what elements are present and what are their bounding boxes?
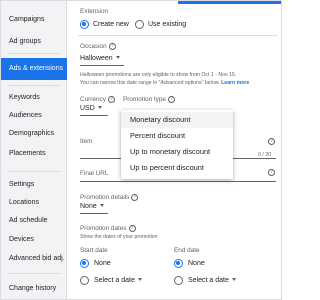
chevron-down-icon (99, 204, 104, 207)
sidebar-item-audiences[interactable]: Audiences (1, 109, 67, 123)
help-icon[interactable]: ? (131, 194, 139, 201)
promotion-dates-label-text: Promotion dates (80, 225, 127, 232)
currency-label-text: Currency (80, 96, 106, 103)
help-icon[interactable]: ? (108, 43, 116, 50)
main-panel: Extension Create new Use existing Occasi… (68, 1, 281, 299)
currency-label: Currency? (80, 96, 115, 103)
sidebar-divider (7, 273, 61, 274)
occasion-note-line2: You can narrow this date range in "Advan… (80, 80, 249, 86)
currency-value: USD (80, 105, 95, 112)
occasion-value: Halloween (80, 55, 113, 62)
promotion-details-label-text: Promotion details (80, 194, 130, 201)
menu-item-up-to-monetary-discount[interactable]: Up to monetary discount (121, 144, 233, 160)
end-date-select-dropdown[interactable]: Select a date (188, 277, 236, 284)
sidebar-item-locations[interactable]: Locations (1, 196, 67, 210)
create-new-radio[interactable] (80, 20, 89, 29)
help-icon[interactable]: ? (107, 96, 115, 103)
promotion-dates-label: Promotion dates? (80, 225, 136, 232)
promotion-type-label-text: Promotion type (123, 96, 166, 103)
promotion-dates-hint: Show the dates of your promotion (80, 234, 158, 240)
promotion-details-dropdown[interactable]: None (80, 203, 104, 210)
promotion-type-menu: Monetary discount Percent discount Up to… (121, 110, 233, 179)
start-date-label: Start date (80, 247, 108, 254)
promotion-details-underline (80, 213, 108, 214)
promotion-details-label: Promotion details? (80, 194, 139, 201)
create-new-label[interactable]: Create new (93, 21, 129, 28)
menu-item-percent-discount[interactable]: Percent discount (121, 128, 233, 144)
sidebar-divider (7, 171, 61, 172)
menu-item-monetary-discount[interactable]: Monetary discount (121, 112, 233, 128)
end-date-none-label[interactable]: None (188, 260, 205, 267)
start-date-select-label: Select a date (94, 277, 135, 284)
sidebar-item-placements[interactable]: Placements (1, 147, 67, 161)
chevron-down-icon (137, 278, 142, 281)
chevron-down-icon (231, 278, 236, 281)
menu-item-up-to-percent-discount[interactable]: Up to percent discount (121, 160, 233, 176)
sidebar-item-change-history[interactable]: Change history (1, 282, 67, 296)
sidebar-divider (7, 53, 61, 54)
sidebar-item-ad-groups[interactable]: Ad groups (1, 35, 67, 49)
occasion-label: Occasion? (80, 43, 116, 50)
promotion-type-label: Promotion type? (123, 96, 175, 103)
help-icon[interactable]: ? (266, 169, 275, 176)
sidebar: Campaigns Ad groups Ads & extensions Key… (1, 1, 67, 299)
currency-underline (80, 115, 108, 116)
end-date-select-label: Select a date (188, 277, 229, 284)
occasion-dropdown[interactable]: Halloween (80, 55, 120, 62)
extension-label: Extension (80, 8, 109, 15)
final-url-label: Final URL (80, 170, 109, 177)
promotion-details-value: None (80, 203, 97, 210)
sidebar-divider (7, 85, 61, 86)
sidebar-item-demographics[interactable]: Demographics (1, 127, 67, 141)
sidebar-item-campaigns[interactable]: Campaigns (1, 13, 67, 27)
final-url-input[interactable] (80, 181, 276, 182)
chevron-down-icon (115, 56, 120, 59)
start-date-select-radio[interactable] (80, 276, 89, 285)
end-date-label: End date (174, 247, 200, 254)
end-date-select-radio[interactable] (174, 276, 183, 285)
sidebar-item-keywords[interactable]: Keywords (1, 91, 67, 105)
currency-dropdown[interactable]: USD (80, 105, 102, 112)
learn-more-link[interactable]: Learn more (221, 80, 249, 86)
occasion-note-line1: Halloween promotions are only eligible t… (80, 72, 237, 78)
sidebar-item-ad-schedule[interactable]: Ad schedule (1, 214, 67, 228)
end-date-none-radio[interactable] (174, 259, 183, 268)
help-icon[interactable]: ? (266, 138, 275, 145)
start-date-select-dropdown[interactable]: Select a date (94, 277, 142, 284)
sidebar-item-ads-extensions[interactable]: Ads & extensions (1, 58, 67, 80)
sidebar-item-devices[interactable]: Devices (1, 233, 67, 247)
sidebar-item-advanced-bid-adj[interactable]: Advanced bid adj. (1, 252, 67, 266)
item-counter: 0 / 20 (258, 152, 271, 158)
occasion-underline (80, 65, 124, 66)
help-icon[interactable]: ? (167, 96, 175, 103)
chevron-down-icon (97, 106, 102, 109)
occasion-label-text: Occasion (80, 43, 107, 50)
help-icon[interactable]: ? (128, 225, 136, 232)
screen: Campaigns Ad groups Ads & extensions Key… (0, 0, 282, 300)
start-date-none-radio[interactable] (80, 259, 89, 268)
occasion-note-text: You can narrow this date range in "Advan… (80, 80, 220, 86)
item-label: Item (80, 138, 93, 145)
top-accent-bar (178, 1, 281, 4)
start-date-none-label[interactable]: None (94, 260, 111, 267)
use-existing-label[interactable]: Use existing (148, 21, 186, 28)
use-existing-radio[interactable] (135, 20, 144, 29)
section-divider (78, 35, 278, 36)
sidebar-item-settings[interactable]: Settings (1, 178, 67, 192)
